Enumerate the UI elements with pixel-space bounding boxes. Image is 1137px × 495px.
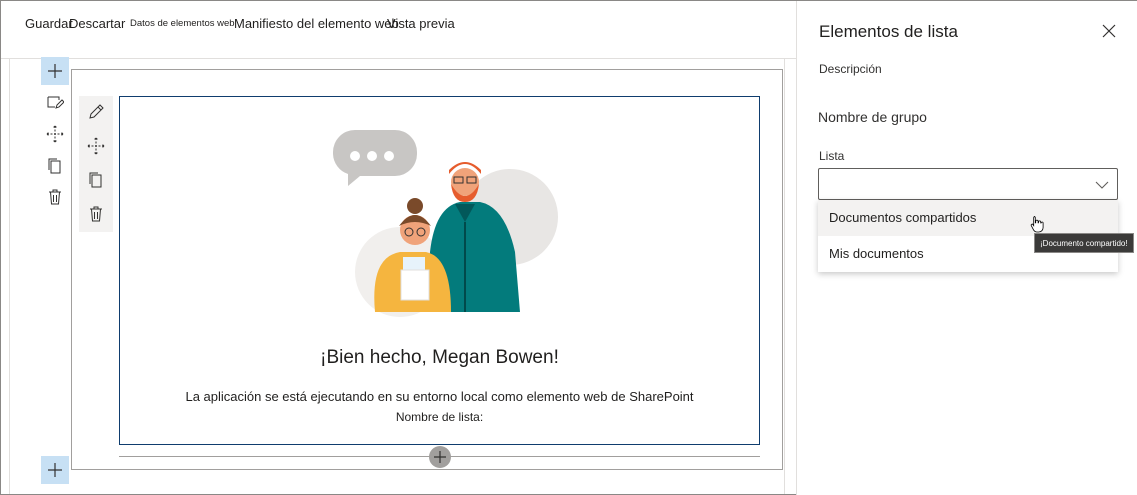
delete-icon [90, 206, 102, 222]
welcome-illustration [333, 130, 558, 317]
move-icon [46, 125, 64, 143]
list-name-label: Nombre de lista: [395, 410, 484, 424]
edit-section-button[interactable] [46, 93, 65, 111]
save-button[interactable]: Guardar [25, 16, 73, 31]
move-webpart-button[interactable] [87, 137, 105, 155]
list-dropdown[interactable] [818, 168, 1118, 200]
group-name-heading: Nombre de grupo [818, 109, 927, 125]
edit-webpart-button[interactable] [87, 103, 105, 121]
delete-webpart-button[interactable] [87, 205, 105, 223]
delete-icon [49, 189, 61, 205]
webpart-toolbar [79, 96, 113, 232]
copy-webpart-button[interactable] [87, 171, 105, 189]
list-field-label: Lista [819, 149, 845, 163]
edit-icon [89, 104, 104, 119]
pane-description: Descripción [819, 62, 882, 76]
option-tooltip: ¡Documento compartido! [1034, 233, 1134, 253]
property-pane: Elementos de lista Descripción Nombre de… [796, 1, 1137, 495]
chevron-down-icon [1095, 181, 1109, 189]
add-section-top-button[interactable] [41, 57, 69, 85]
close-icon [1102, 24, 1116, 38]
copy-icon [48, 158, 61, 174]
greeting-heading: ¡Bien hecho, Megan Bowen! [320, 347, 559, 368]
add-icon [48, 64, 62, 78]
discard-button[interactable]: Descartar [69, 16, 125, 31]
hello-world-webpart[interactable]: ¡Bien hecho, Megan Bowen! La aplicación … [119, 96, 760, 445]
add-icon [434, 451, 446, 463]
edit-section-icon [47, 96, 65, 109]
pane-title: Elementos de lista [819, 22, 958, 41]
environment-description: La aplicación se está ejecutando en su e… [185, 389, 694, 404]
preview-button[interactable]: Vista previa [387, 16, 455, 31]
close-pane-button[interactable] [1101, 23, 1117, 39]
add-webpart-button[interactable] [429, 446, 451, 468]
add-section-bottom-button[interactable] [41, 456, 69, 484]
workbench-toolbar: Guardar Descartar Datos de elementos web… [1, 1, 796, 59]
app-frame: Guardar Descartar Datos de elementos web… [0, 0, 1137, 495]
webpart-data-button[interactable]: Datos de elementos web [130, 18, 235, 29]
move-icon [87, 137, 105, 155]
copy-section-button[interactable] [46, 157, 64, 175]
move-section-button[interactable] [46, 125, 64, 143]
add-icon [48, 463, 62, 477]
delete-section-button[interactable] [46, 188, 64, 206]
hand-cursor-icon [1030, 216, 1044, 233]
copy-icon [89, 172, 102, 188]
option-shared-documents[interactable]: Documentos compartidos [818, 200, 1118, 236]
webpart-manifest-button[interactable]: Manifiesto del elemento web [234, 16, 399, 31]
